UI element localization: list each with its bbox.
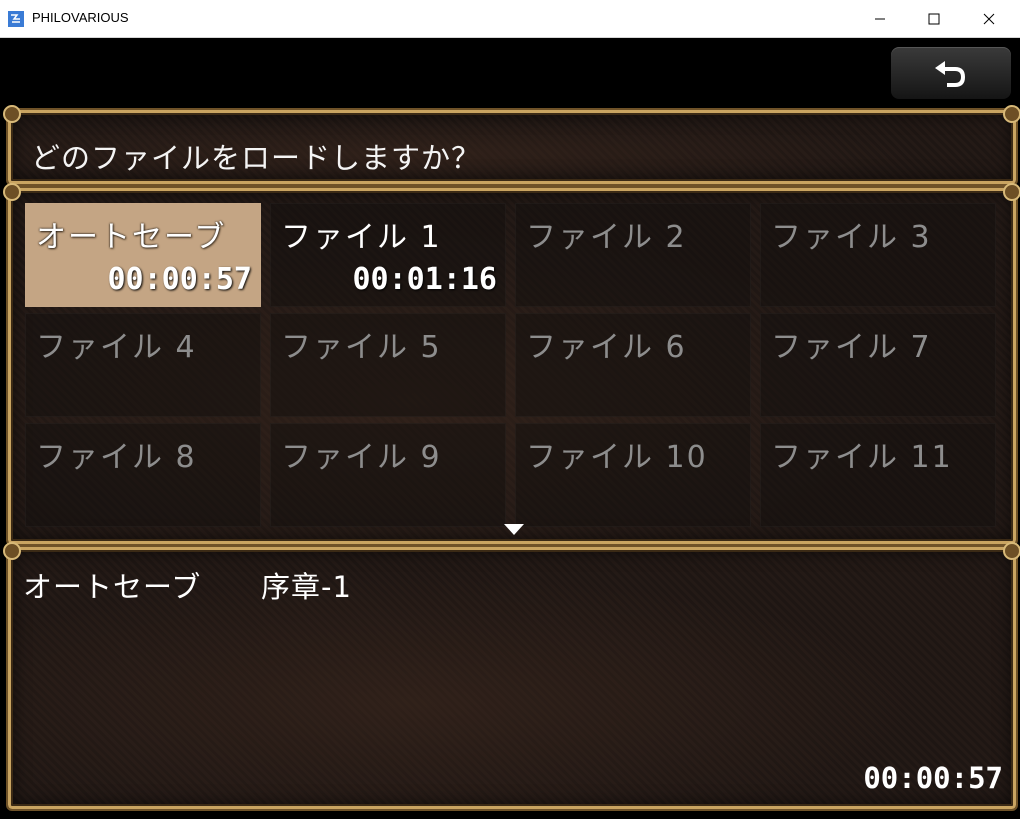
save-slot-3[interactable]: ファイル 3 [760, 203, 996, 307]
slot-name: ファイル 7 [771, 330, 932, 365]
save-slot-2[interactable]: ファイル 2 [515, 203, 751, 307]
slot-name: ファイル 5 [281, 330, 442, 365]
save-slot-10[interactable]: ファイル 10 [515, 423, 751, 527]
game-screen: どのファイルをロードしますか？ オートセーブ 00:00:57 ファイル 1 0… [0, 38, 1020, 819]
save-file-list: オートセーブ 00:00:57 ファイル 1 00:01:16 ファイル 2 フ… [3, 183, 1020, 546]
slot-playtime: 00:01:16 [352, 262, 498, 297]
info-file-name: オートセーブ [23, 570, 202, 604]
save-slot-11[interactable]: ファイル 11 [760, 423, 996, 527]
slot-name: ファイル 6 [526, 330, 687, 365]
slot-name: ファイル 8 [36, 440, 197, 475]
window-titlebar: PHILOVARIOUS [0, 0, 1020, 38]
slot-name: ファイル 10 [526, 440, 708, 475]
window-title: PHILOVARIOUS [32, 10, 129, 25]
info-playtime: 00:00:57 [863, 761, 1003, 795]
save-slot-1[interactable]: ファイル 1 00:01:16 [270, 203, 506, 307]
save-info-window: オートセーブ 序章-1 00:00:57 [3, 542, 1020, 811]
scroll-down-arrow-icon[interactable] [504, 524, 524, 535]
app-icon [8, 11, 24, 27]
save-slot-6[interactable]: ファイル 6 [515, 313, 751, 417]
return-arrow-icon [935, 61, 965, 87]
save-slot-9[interactable]: ファイル 9 [270, 423, 506, 527]
minimize-icon [875, 18, 885, 20]
save-slot-4[interactable]: ファイル 4 [25, 313, 261, 417]
slot-name: オートセーブ [36, 220, 227, 255]
help-text: どのファイルをロードしますか？ [31, 141, 482, 175]
slot-name: ファイル 11 [771, 440, 953, 475]
maximize-button[interactable] [911, 0, 957, 38]
save-slot-5[interactable]: ファイル 5 [270, 313, 506, 417]
save-slot-8[interactable]: ファイル 8 [25, 423, 261, 527]
close-icon [983, 13, 995, 25]
slot-name: ファイル 3 [771, 220, 932, 255]
slot-name: ファイル 4 [36, 330, 197, 365]
help-window: どのファイルをロードしますか？ [3, 105, 1020, 186]
close-button[interactable] [966, 0, 1012, 38]
save-slot-autosave[interactable]: オートセーブ 00:00:57 [25, 203, 261, 307]
back-button[interactable] [891, 47, 1011, 99]
maximize-icon [928, 13, 940, 25]
minimize-button[interactable] [857, 0, 903, 38]
slot-name: ファイル 1 [281, 220, 442, 255]
slot-name: ファイル 2 [526, 220, 687, 255]
slot-name: ファイル 9 [281, 440, 442, 475]
save-slot-7[interactable]: ファイル 7 [760, 313, 996, 417]
slot-playtime: 00:00:57 [107, 262, 253, 297]
info-chapter: 序章-1 [261, 570, 352, 604]
